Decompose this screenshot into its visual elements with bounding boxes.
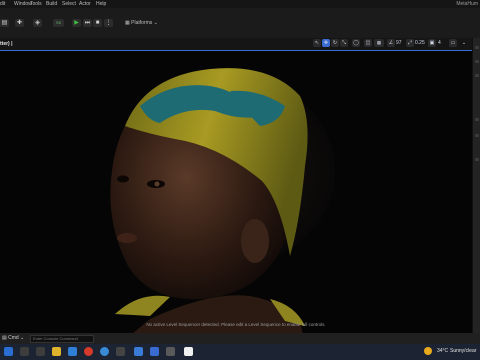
status-bar: ▤ Cmd ⌄ Enter Console Command: [0, 333, 480, 344]
app-icon[interactable]: [150, 347, 159, 356]
menu-actor[interactable]: Actor: [79, 1, 91, 7]
eye-iris: [154, 181, 160, 187]
panel-item[interactable]: [475, 46, 479, 49]
sequencer-status-message: No active Level Sequencer detected. Plea…: [146, 322, 326, 327]
panel-item[interactable]: [475, 118, 479, 121]
app-icon[interactable]: [166, 347, 175, 356]
translate-icon[interactable]: ✥: [322, 39, 330, 47]
scale-snap-icon[interactable]: ⤢: [406, 39, 414, 47]
layout-icon[interactable]: ▭: [449, 39, 457, 47]
start-icon[interactable]: [4, 347, 13, 356]
unreal-engine-icon[interactable]: [184, 347, 193, 356]
content-drawer-button[interactable]: ▤ Cmd ⌄: [2, 335, 24, 341]
search-icon[interactable]: [20, 347, 29, 356]
weather-status[interactable]: Sunny/clear: [450, 348, 476, 354]
select-mode-icon[interactable]: ↖: [313, 39, 321, 47]
stop-icon: ■: [95, 20, 100, 26]
menu-tools[interactable]: Tools: [30, 1, 42, 7]
step-icon: ⏭: [84, 20, 91, 26]
more-icon: ⋮: [105, 20, 112, 26]
mode-selector[interactable]: S0: [53, 19, 64, 27]
menu-build[interactable]: Build: [46, 1, 57, 7]
panel-item[interactable]: [475, 74, 479, 77]
scale-icon[interactable]: ⤡: [340, 39, 348, 47]
rotate-icon[interactable]: ↻: [331, 39, 339, 47]
viewport-tab-title[interactable]: tter) |: [0, 41, 13, 47]
content-button[interactable]: ▤: [0, 19, 9, 27]
platforms-label: Platforms: [131, 20, 153, 26]
scale-snap-value[interactable]: 0.25: [415, 39, 425, 47]
task-view-icon[interactable]: [36, 347, 45, 356]
app-title: MetaHum: [456, 1, 478, 7]
panel-item[interactable]: [475, 158, 479, 161]
cmd-label: Cmd: [8, 335, 19, 341]
panel-item[interactable]: [475, 134, 479, 137]
menu-select[interactable]: Select: [62, 1, 76, 7]
launch-options-button[interactable]: ⋮: [104, 19, 113, 27]
rendered-scene: [0, 51, 472, 344]
viewport-header: tter) | ↖ ✥ ↻ ⤡ ◯ ◫ ▦ ∠ 97 ⤢ 0.25 ▣ 4 ▭ …: [0, 38, 472, 51]
camera-speed-value[interactable]: 4: [438, 39, 441, 47]
blueprint-button[interactable]: ◈: [33, 19, 42, 27]
main-toolbar: ▤ ✚ ◈ S0 ▶ ⏭ ■ ⋮ ▦ Platforms ⌄: [0, 8, 480, 39]
camera-speed-icon[interactable]: ▣: [428, 39, 436, 47]
chevron-down-icon[interactable]: ⌄: [460, 39, 468, 47]
step-button[interactable]: ⏭: [83, 19, 92, 27]
grid-snap-icon[interactable]: ▦: [374, 39, 384, 47]
platforms-dropdown[interactable]: ▦ Platforms ⌄: [125, 19, 158, 27]
chevron-down-icon: ⌄: [18, 335, 25, 341]
add-actor-button[interactable]: ✚: [15, 19, 24, 27]
edge-browser-icon[interactable]: [68, 347, 77, 356]
panel-item[interactable]: [475, 60, 479, 63]
menu-help[interactable]: Help: [96, 1, 106, 7]
rotation-snap-icon[interactable]: ∠: [387, 39, 395, 47]
app-icon[interactable]: [116, 347, 125, 356]
surface-snap-icon[interactable]: ◫: [364, 39, 372, 47]
rotation-snap-value[interactable]: 97: [396, 39, 402, 47]
level-viewport[interactable]: No active Level Sequencer detected. Plea…: [0, 51, 472, 344]
chevron-down-icon: ⌄: [153, 20, 158, 26]
character-ear: [241, 219, 269, 263]
menu-bar: dit Window Tools Build Select Actor Help…: [0, 0, 480, 8]
app-icon[interactable]: [100, 347, 109, 356]
weather-icon[interactable]: [424, 347, 432, 355]
mode-label: S0: [56, 20, 61, 25]
console-command-input[interactable]: Enter Console Command: [30, 335, 94, 343]
play-button[interactable]: ▶: [72, 19, 81, 27]
os-taskbar: 34°C Sunny/clear: [0, 344, 480, 360]
opera-icon[interactable]: [84, 347, 93, 356]
app-icon[interactable]: [134, 347, 143, 356]
character-lips: [117, 233, 137, 243]
add-icon: ✚: [16, 20, 23, 26]
weather-temperature[interactable]: 34°C: [437, 348, 448, 354]
play-icon: ▶: [74, 20, 79, 26]
character-eye-left: [117, 175, 129, 183]
blueprint-icon: ◈: [35, 20, 40, 26]
details-panel-collapsed[interactable]: [472, 38, 480, 344]
stop-button[interactable]: ■: [93, 19, 102, 27]
menu-edit[interactable]: dit: [0, 1, 5, 7]
file-explorer-icon[interactable]: [52, 347, 61, 356]
content-icon: ▤: [1, 20, 8, 26]
world-space-icon[interactable]: ◯: [352, 39, 360, 47]
